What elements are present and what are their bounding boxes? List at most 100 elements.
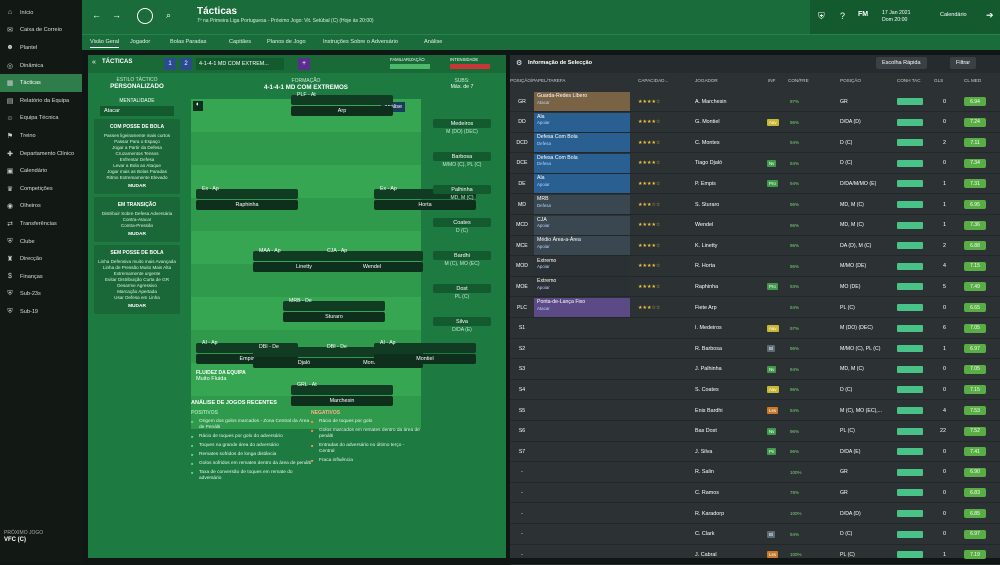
table-row[interactable]: MD MRB Defesa ★★★☆☆ S. Sturaro 96% MD, M (C) 1 6… xyxy=(510,195,1000,215)
change-button[interactable]: MUDAR xyxy=(97,304,177,309)
selection-title[interactable]: Informação de Selecção xyxy=(528,60,592,66)
player-name[interactable]: S. Sturaro xyxy=(695,202,719,208)
table-row[interactable]: - R. Salin 100% GR 0 6.90 xyxy=(510,463,1000,483)
player-token[interactable]: Ex - Ap Raphinha xyxy=(196,186,298,210)
table-row[interactable]: DCE Defesa Com Bola Defesa ★★★★☆ Tiago Djaló… xyxy=(510,153,1000,174)
table-row[interactable]: DD Ala Apoiar ★★★★☆ G. Montiel Aav 96% D/DA (D)… xyxy=(510,112,1000,133)
player-name[interactable]: K. Linetty xyxy=(695,243,717,249)
collapse-icon[interactable]: « xyxy=(92,59,96,66)
row-role[interactable]: Defesa Com Bola Defesa xyxy=(534,133,630,153)
tab-bolas-paradas[interactable]: Bolas Paradas xyxy=(170,39,206,45)
column-header[interactable]: CAPACIDAD... xyxy=(638,78,668,83)
table-row[interactable]: PLC Ponta-de-Lança Fixo Atacar ★★★☆☆ Fiete A… xyxy=(510,298,1000,318)
tactic-slot-2[interactable]: 2 xyxy=(180,58,192,70)
tab-instru-es-sobre-o-advers-rio[interactable]: Instruções Sobre o Adversário xyxy=(323,39,398,45)
player-name[interactable]: J. Silva xyxy=(695,449,712,455)
sidebar-item-medical[interactable]: ✚ Departamento Clínico xyxy=(0,145,82,163)
sub-player[interactable]: Palhinha MD, M (C) xyxy=(433,185,491,201)
column-header[interactable]: GLS xyxy=(934,78,943,83)
fm-logo[interactable]: FM xyxy=(858,11,868,18)
tab-an-lise[interactable]: Análise xyxy=(424,39,442,45)
settings-icon[interactable]: ⚙ xyxy=(516,59,522,67)
table-row[interactable]: MCE Médio Área-a-Área Apoiar ★★★★☆ K. Linett… xyxy=(510,236,1000,257)
sidebar-item-report[interactable]: ▤ Relatório da Equipa xyxy=(0,92,82,110)
row-role[interactable]: Ala Apoiar xyxy=(534,174,630,194)
row-role[interactable]: Médio Área-a-Área Apoiar xyxy=(534,236,630,256)
table-row[interactable]: S5 Enis Bardhi Les 94% M (C), MO (EC),... 4 7.… xyxy=(510,401,1000,421)
pitch-view-icon[interactable]: ◐ xyxy=(193,101,203,111)
back-icon[interactable]: ← xyxy=(92,10,101,20)
column-header[interactable]: POSIÇÃO xyxy=(840,78,861,83)
player-name[interactable]: Fiete Arp xyxy=(695,305,717,311)
row-role[interactable]: Guarda-Redes Líbero Atacar xyxy=(534,92,630,111)
row-role[interactable]: CJA Apoiar xyxy=(534,215,630,235)
row-role[interactable]: Ponta-de-Lança Fixo Atacar xyxy=(534,298,630,317)
player-name[interactable]: G. Montiel xyxy=(695,119,720,125)
player-name[interactable]: J. Palhinha xyxy=(695,366,722,372)
player-name[interactable]: I. Medeiros xyxy=(695,325,722,331)
row-role[interactable]: MRB Defesa xyxy=(534,195,630,214)
table-row[interactable]: S3 J. Palhinha Nv 94% MD, M (C) 0 7.05 xyxy=(510,360,1000,380)
table-row[interactable]: MOE Extremo Apoiar ★★★★☆ Raphinha Pro 93% MO (D… xyxy=(510,277,1000,298)
sub-player[interactable]: Dost PL (C) xyxy=(433,284,491,300)
player-name[interactable]: C. Montes xyxy=(695,140,720,146)
table-row[interactable]: S7 J. Silva Pri 96% D/DA (E) 0 7.41 xyxy=(510,442,1000,463)
forward-icon[interactable]: → xyxy=(112,10,121,20)
player-name[interactable]: C. Clark xyxy=(695,531,714,537)
table-row[interactable]: MOD Extremo Apoiar ★★★★☆ R. Horta 96% M/MO (DE… xyxy=(510,256,1000,277)
tactic-slot-1[interactable]: 1 xyxy=(164,58,176,70)
tab-planos-de-jogo[interactable]: Planos de Jogo xyxy=(267,39,306,45)
sub-player[interactable]: Silva D/DA (E) xyxy=(433,317,491,333)
table-row[interactable]: DCD Defesa Com Bola Defesa ★★★★☆ C. Montes 94… xyxy=(510,133,1000,154)
search-icon[interactable]: ⌕ xyxy=(166,10,171,21)
sidebar-item-staff[interactable]: ☺ Equipa Técnica xyxy=(0,110,82,128)
column-header[interactable]: CL MED xyxy=(964,78,981,83)
row-role[interactable]: Extremo Apoiar xyxy=(534,277,630,297)
table-row[interactable]: S1 I. Medeiros Aav 97% M (DO) (DEC) 6 7.05 xyxy=(510,319,1000,339)
change-button[interactable]: MUDAR xyxy=(97,184,177,189)
column-header[interactable]: POSIÇÃO/PAPEL/TAREFA xyxy=(510,78,565,83)
player-name[interactable]: J. Cabral xyxy=(695,552,717,558)
quick-pick-button[interactable]: Escolha Rápida xyxy=(876,57,927,69)
sidebar-item-scout[interactable]: ◉ Olheiros xyxy=(0,198,82,216)
table-row[interactable]: S6 Bas Dost Nv 96% PL (C) 22 7.52 xyxy=(510,422,1000,442)
sidebar-item-transfer[interactable]: ⇄ Transferências xyxy=(0,215,82,233)
sidebar-item-training[interactable]: ⚑ Treino xyxy=(0,127,82,145)
sidebar-item-club[interactable]: ⛨ Clube xyxy=(0,233,82,251)
column-header[interactable]: CONH TAC xyxy=(897,78,921,83)
sidebar-item-u23[interactable]: ⛨ Sub-23s xyxy=(0,286,82,304)
player-token[interactable]: CJA - Ap Wendel xyxy=(321,248,423,272)
player-name[interactable]: R. Karadorp xyxy=(695,511,724,517)
row-role[interactable]: Extremo Apoiar xyxy=(534,256,630,276)
table-row[interactable]: - C. Ramos 78% GR 0 6.83 xyxy=(510,483,1000,504)
tactic-selector[interactable]: 4-1-4-1 MD COM EXTREM... xyxy=(196,58,284,70)
help-icon[interactable]: ? xyxy=(840,11,845,21)
column-header[interactable]: JOGADOR xyxy=(695,78,718,83)
row-role[interactable]: Defesa Com Bola Defesa xyxy=(534,153,630,173)
table-row[interactable]: S2 R. Barbosa Bl 96% M/MO (C), PL (C) 1 6.97 xyxy=(510,339,1000,360)
filter-button[interactable]: Filtrar xyxy=(950,57,977,69)
sidebar-item-u19[interactable]: ⛨ Sub-19 xyxy=(0,303,82,321)
player-token[interactable]: AI - Ap Montiel xyxy=(374,340,476,364)
sidebar-item-home[interactable]: ⌂ Início xyxy=(0,4,82,22)
table-row[interactable]: MCD CJA Apoiar ★★★★☆ Wendel 96% MD, M (C) 1 7.36 xyxy=(510,215,1000,236)
sidebar-item-mail[interactable]: ✉ Caixa de Correio xyxy=(0,22,82,40)
add-tactic-button[interactable]: + xyxy=(298,58,310,70)
player-token[interactable]: PLF - At Arp xyxy=(291,92,393,116)
table-row[interactable]: - J. Cabral Les 100% PL (C) 1 7.19 xyxy=(510,545,1000,565)
column-header[interactable]: INF xyxy=(768,78,775,83)
player-token[interactable]: MRB - De Sturaro xyxy=(283,298,385,322)
table-row[interactable]: GR Guarda-Redes Líbero Atacar ★★★★☆ A. March… xyxy=(510,92,1000,112)
sub-player[interactable]: Medeiros M (DO) (DEC) xyxy=(433,119,491,135)
fluidity-value[interactable]: Muito Fluida xyxy=(196,376,246,382)
player-name[interactable]: Tiago Djaló xyxy=(695,160,722,166)
sidebar-item-finance[interactable]: $ Finanças xyxy=(0,268,82,286)
sub-player[interactable]: Coates D (C) xyxy=(433,218,491,234)
player-name[interactable]: Bas Dost xyxy=(695,428,717,434)
player-name[interactable]: P. Empis xyxy=(695,181,716,187)
manager-icon[interactable]: ⛨ xyxy=(818,11,825,22)
table-row[interactable]: - C. Clark Bl 94% D (C) 0 6.97 xyxy=(510,525,1000,545)
table-row[interactable]: DE Ala Apoiar ★★★★☆ P. Empis Pro 94% D/DA/M/MO … xyxy=(510,174,1000,195)
row-role[interactable]: Ala Apoiar xyxy=(534,112,630,132)
table-row[interactable]: - R. Karadorp 100% D/DA (D) 0 6.85 xyxy=(510,504,1000,524)
